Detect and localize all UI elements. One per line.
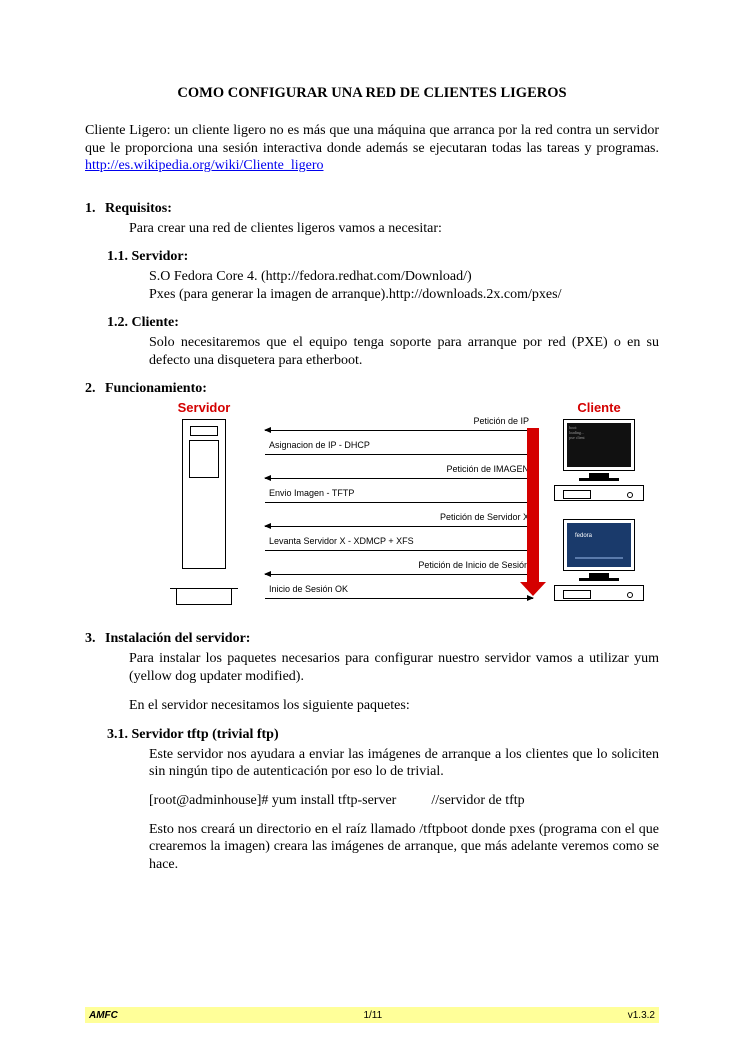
section-1-title: Requisitos:	[105, 201, 172, 216]
flow-arrow-line	[265, 430, 533, 431]
section-3-1-title: Servidor tftp (trivial ftp)	[132, 727, 279, 742]
flow-label: Envio Imagen - TFTP	[269, 488, 354, 498]
section-3-p1: Para instalar los paquetes necesarios pa…	[85, 650, 659, 685]
section-2-num: 2.	[85, 381, 105, 397]
section-1-1-line2: Pxes (para generar la imagen de arranque…	[149, 287, 561, 302]
section-1-2-num: 1.2.	[107, 315, 128, 330]
page-footer: AMFC 1/11 v1.3.2	[85, 1007, 659, 1023]
flow-arrow-line	[265, 502, 533, 503]
intro-text: Cliente Ligero: un cliente ligero no es …	[85, 123, 659, 156]
flow-label: Levanta Servidor X - XDMCP + XFS	[269, 536, 414, 546]
section-3-p2: En el servidor necesitamos los siguiente…	[85, 697, 659, 715]
footer-version: v1.3.2	[628, 1010, 655, 1021]
flow-row: Petición de Inicio de Sesión	[265, 558, 533, 582]
flow-arrow-line	[265, 574, 533, 575]
intro-paragraph: Cliente Ligero: un cliente ligero no es …	[85, 122, 659, 175]
section-3-title: Instalación del servidor:	[105, 631, 250, 646]
section-3-num: 3.	[85, 631, 105, 647]
page-title: COMO CONFIGURAR UNA RED DE CLIENTES LIGE…	[85, 85, 659, 102]
section-1-2-title: Cliente:	[132, 315, 179, 330]
section-3-1-p2: Esto nos creará un directorio en el raíz…	[85, 821, 659, 874]
section-1-heading: 1.Requisitos:	[85, 201, 659, 217]
section-3-1-num: 3.1.	[107, 727, 128, 742]
client-pc-bottom-icon: fedora	[554, 519, 644, 601]
section-2-title: Funcionamiento:	[105, 381, 207, 396]
footer-page: 1/11	[118, 1010, 628, 1021]
flow-label: Asignacion de IP - DHCP	[269, 440, 370, 450]
flow-label: Petición de Inicio de Sesión	[418, 560, 529, 570]
section-1-2-body: Solo necesitaremos que el equipo tenga s…	[85, 334, 659, 369]
diagram-flows: Petición de IP Asignacion de IP - DHCP Pet…	[259, 400, 539, 606]
document-page: COMO CONFIGURAR UNA RED DE CLIENTES LIGE…	[0, 0, 744, 873]
flow-arrow-line	[265, 454, 533, 455]
section-3-1-command: [root@adminhouse]# yum install tftp-serv…	[85, 793, 659, 809]
diagram: Servidor Petición de IP Asignacion de IP …	[85, 400, 659, 619]
diagram-client-column: Cliente boot:loading...pxe client fedora	[539, 400, 659, 619]
flow-row: Petición de IMAGEN	[265, 462, 533, 486]
flow-row: Asignacion de IP - DHCP	[265, 438, 533, 462]
section-1-body: Para crear una red de clientes ligeros v…	[85, 220, 659, 238]
footer-author: AMFC	[89, 1010, 118, 1021]
flow-arrow-line	[265, 526, 533, 527]
flow-arrow-line	[265, 550, 533, 551]
section-1-1-num: 1.1.	[107, 249, 128, 264]
flow-row: Petición de IP	[265, 414, 533, 438]
server-tower-icon	[180, 419, 228, 587]
section-1-1-title: Servidor:	[132, 249, 189, 264]
diagram-client-label: Cliente	[539, 400, 659, 415]
flow-row: Inicio de Sesión OK	[265, 582, 533, 606]
section-3-heading: 3.Instalación del servidor:	[85, 631, 659, 647]
client-pc-top-icon: boot:loading...pxe client	[554, 419, 644, 501]
flow-label: Inicio de Sesión OK	[269, 584, 348, 594]
diagram-server-column: Servidor	[149, 400, 259, 587]
diagram-server-label: Servidor	[149, 400, 259, 415]
section-3-1-heading: 3.1. Servidor tftp (trivial ftp)	[85, 727, 659, 743]
section-1-2-heading: 1.2. Cliente:	[85, 315, 659, 331]
flow-label: Petición de IP	[473, 416, 529, 426]
wiki-link[interactable]: http://es.wikipedia.org/wiki/Cliente_lig…	[85, 158, 324, 173]
red-arrow-icon	[527, 428, 539, 582]
section-1-1-body: S.O Fedora Core 4. (http://fedora.redhat…	[85, 268, 659, 303]
command-comment: //servidor de tftp	[431, 793, 524, 808]
flow-label: Petición de IMAGEN	[446, 464, 529, 474]
section-2-heading: 2.Funcionamiento:	[85, 381, 659, 397]
flow-label: Petición de Servidor X	[440, 512, 529, 522]
section-3-1-p1: Este servidor nos ayudara a enviar las i…	[85, 746, 659, 781]
flow-arrow-line	[265, 598, 533, 599]
flow-row: Petición de Servidor X	[265, 510, 533, 534]
command-text: [root@adminhouse]# yum install tftp-serv…	[149, 793, 396, 808]
flow-row: Envio Imagen - TFTP	[265, 486, 533, 510]
section-1-1-heading: 1.1. Servidor:	[85, 249, 659, 265]
flow-row: Levanta Servidor X - XDMCP + XFS	[265, 534, 533, 558]
section-1-num: 1.	[85, 201, 105, 217]
flow-arrow-line	[265, 478, 533, 479]
section-1-1-line1: S.O Fedora Core 4. (http://fedora.redhat…	[149, 269, 472, 284]
